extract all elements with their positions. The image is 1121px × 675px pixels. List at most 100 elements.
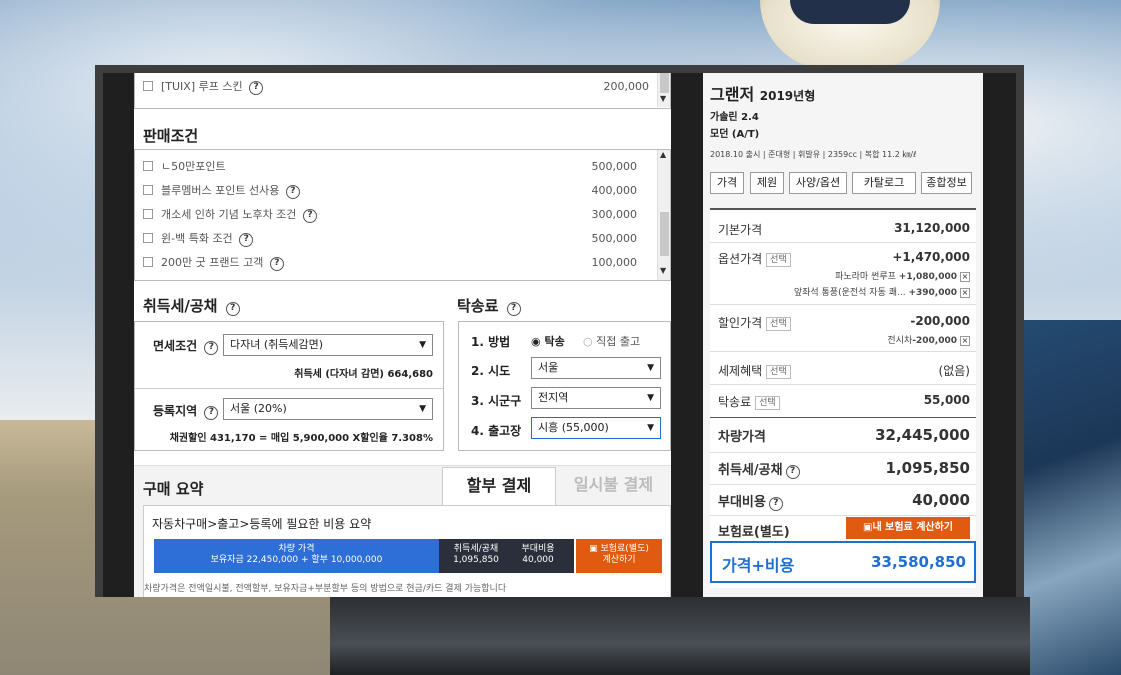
insurance-calc-button[interactable]: ▣ 보험료(별도) 계산하기 [576,539,662,573]
base-price-label: 기본가격 [718,223,763,237]
region-label-text: 등록지역 [153,404,198,418]
delivery-select-tag[interactable]: 선택 [755,396,780,410]
method-radio-direct[interactable]: ○ 직접 출고 [583,333,640,349]
method-radio-delivery[interactable]: ◉ 탁송 [531,333,565,349]
tab-specs[interactable]: 제원 [750,172,784,194]
sales-list: ㄴ50만포인트 500,000 블루멤버스 포인트 선사용 ? 400,000 … [134,149,671,281]
option-row[interactable]: [TUIX] 루프 스킨 ? 200,000 [143,76,659,98]
checkbox[interactable] [143,81,153,91]
depot-label: 4. 출고장 [471,424,522,438]
checkbox[interactable] [143,257,153,267]
help-icon[interactable]: ? [249,81,264,95]
sales-label: 200만 굿 프랜드 고객 [161,256,264,269]
background-dashboard [330,597,1030,675]
sigungu-select[interactable]: 전지역 ▼ [531,387,661,409]
region-select[interactable]: 서울 (20%) ▼ [223,398,433,420]
left-panel: [TUIX] 루프 스킨 ? 200,000 ▼ 판매조건 ㄴ50만포인트 50… [134,73,671,597]
help-icon[interactable]: ? [204,406,219,420]
sales-row[interactable]: 개소세 인하 기념 노후차 조건 ? 300,000 [143,204,659,226]
option-select-tag[interactable]: 선택 [766,253,791,267]
help-icon[interactable]: ? [225,302,240,316]
sales-row[interactable]: 윈-백 특화 조건 ? 500,000 [143,228,659,250]
tab-installment-label: 할부 결제 [466,476,532,495]
insurance-btn-line1: 보험료(별도) [600,544,649,554]
dropdown-arrow-icon: ▼ [647,363,654,373]
scrollbar[interactable]: ▼ [657,73,670,107]
help-icon[interactable]: ? [506,302,521,316]
sales-label: ㄴ50만포인트 [161,160,226,173]
tab-options[interactable]: 사양/옵션 [789,172,847,194]
car-price-segment: 차량 가격 보유자금 22,450,000 + 할부 10,000,000 [154,539,439,573]
help-icon[interactable]: ? [302,209,317,223]
tab-catalog[interactable]: 카탈로그 [852,172,916,194]
help-icon[interactable]: ? [239,233,254,247]
tab-overview[interactable]: 종합정보 [921,172,972,194]
extra-cost-label: 부대비용 [718,495,766,510]
tab-installment[interactable]: 할부 결제 [442,467,556,505]
divider [135,388,443,389]
insurance-btn-line2: 계산하기 [602,555,636,565]
base-price-value: 31,120,000 [894,221,970,235]
checkbox[interactable] [143,209,153,219]
divider [710,351,976,352]
depot-select[interactable]: 시흥 (55,000) ▼ [531,417,661,439]
scroll-down-icon[interactable]: ▼ [660,266,666,275]
option-item: 앞좌석 통풍(운전석 자동 쾌... +390,000 × [794,285,970,298]
extra-cost-row: 부대비용? 40,000 [718,491,970,511]
tax-segment-value: 1,095,850 [453,555,499,565]
sales-price: 500,000 [591,232,638,245]
frame-bar-middle [671,73,703,597]
dropdown-arrow-icon: ▼ [647,423,654,433]
tab-lump-sum[interactable]: 일시불 결제 [556,467,671,505]
delivery-box: 1. 방법 ◉ 탁송 ○ 직접 출고 2. 시도 서울 ▼ 3. 시군구 전지역 ▼… [458,321,671,451]
tax-amount: 취득세 (다자녀 감면) 664,680 [294,369,433,380]
right-panel: 그랜저 2019년형 가솔린 2.4 모던 (A/T) 2018.10 출시 |… [703,73,983,597]
acq-tax-value: 1,095,850 [885,459,970,477]
car-price-label: 차량 가격 [278,544,315,554]
extra-segment-label: 부대비용 [521,544,555,554]
divider [710,515,976,516]
scroll-down-icon[interactable]: ▼ [660,94,666,103]
discount-value: -200,000 [910,314,970,328]
insurance-btn-label: 내 보험료 계산하기 [872,522,954,533]
method-label: 1. 방법 [471,335,511,349]
sales-title: 판매조건 [143,127,199,145]
sales-row[interactable]: 200만 굿 프랜드 고객 ? 100,000 [143,252,659,274]
insurance-calc-button-right[interactable]: ▣내 보험료 계산하기 [846,517,970,539]
help-icon[interactable]: ? [785,465,800,479]
exempt-label-text: 면세조건 [153,339,198,353]
checkbox[interactable] [143,233,153,243]
divider [710,242,976,243]
remove-icon[interactable]: × [960,272,970,282]
sales-row[interactable]: ㄴ50만포인트 500,000 [143,156,659,178]
tax-segment-label: 취득세/공채 [453,544,499,554]
help-icon[interactable]: ? [204,341,219,355]
summary-footnote: 차량가격은 전액일시불, 전액할부, 보유자금+부분할부 등의 방법으로 현금/… [144,584,507,594]
sales-row[interactable]: 블루멤버스 포인트 선사용 ? 400,000 [143,180,659,202]
scrollbar-thumb[interactable] [660,212,669,256]
tax-benefit-select-tag[interactable]: 선택 [766,365,791,379]
help-icon[interactable]: ? [269,257,284,271]
help-icon[interactable]: ? [768,497,783,511]
sido-select[interactable]: 서울 ▼ [531,357,661,379]
car-name-text: 그랜저 [710,85,755,104]
exempt-label: 면세조건 ? [153,337,219,355]
summary-bar: 차량 가격 보유자금 22,450,000 + 할부 10,000,000 취득… [154,539,574,573]
scroll-up-icon[interactable]: ▲ [660,150,666,159]
region-select-value: 서울 (20%) [230,402,287,415]
option-item-label: 파노라마 썬루프 [835,272,896,282]
checkbox[interactable] [143,185,153,195]
divider [710,452,976,453]
option-item-value: +1,080,000 [898,272,957,282]
sales-price: 100,000 [591,256,638,269]
checkbox[interactable] [143,161,153,171]
remove-icon[interactable]: × [960,336,970,346]
tab-price[interactable]: 가격 [710,172,744,194]
remove-icon[interactable]: × [960,288,970,298]
exempt-select[interactable]: 다자녀 (취득세감면) ▼ [223,334,433,356]
scrollbar[interactable]: ▲ ▼ [657,150,670,280]
discount-select-tag[interactable]: 선택 [766,317,791,331]
dropdown-arrow-icon: ▼ [419,340,426,350]
divider [710,384,976,385]
help-icon[interactable]: ? [285,185,300,199]
